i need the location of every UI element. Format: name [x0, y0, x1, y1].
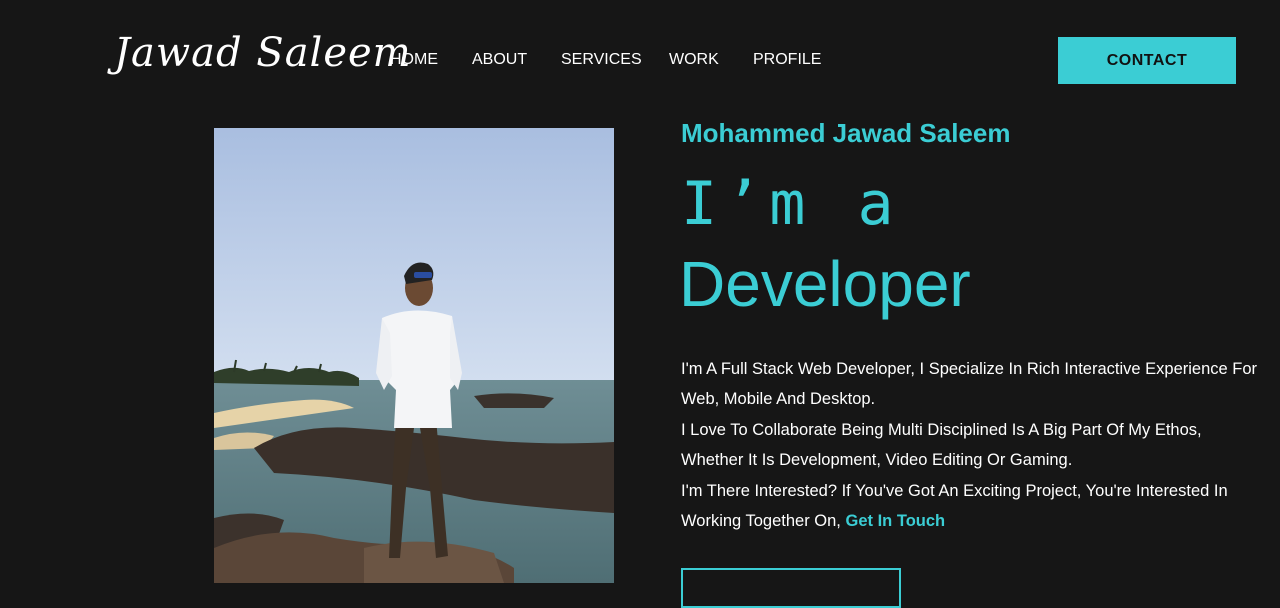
contact-button[interactable]: CONTACT — [1058, 37, 1236, 84]
hero-name: Mohammed Jawad Saleem — [681, 118, 1011, 148]
bio-line-1: I'm A Full Stack Web Developer, I Specia… — [681, 360, 1258, 409]
bio-line-2: I Love To Collaborate Being Multi Discip… — [681, 420, 1202, 470]
bio-line-3: I'm There Interested? If You've Got An E… — [681, 476, 1261, 537]
bio-line-3-text: I'm There Interested? If You've Got An E… — [681, 481, 1228, 531]
nav-profile[interactable]: PROFILE — [753, 51, 821, 69]
get-in-touch-link[interactable]: Get In Touch — [846, 512, 946, 530]
hero-intro: I’m a — [681, 169, 902, 239]
hero-role: Developer — [679, 248, 971, 320]
nav-about[interactable]: ABOUT — [472, 51, 527, 69]
nav-services[interactable]: SERVICES — [561, 51, 642, 69]
nav-home[interactable]: HOME — [390, 51, 438, 69]
hero-bio: I'm A Full Stack Web Developer, I Specia… — [681, 354, 1261, 536]
nav-work[interactable]: WORK — [669, 51, 719, 69]
logo[interactable]: Jawad Saleem — [114, 30, 412, 76]
hero-outline-button[interactable] — [681, 568, 901, 608]
profile-photo — [214, 128, 614, 583]
